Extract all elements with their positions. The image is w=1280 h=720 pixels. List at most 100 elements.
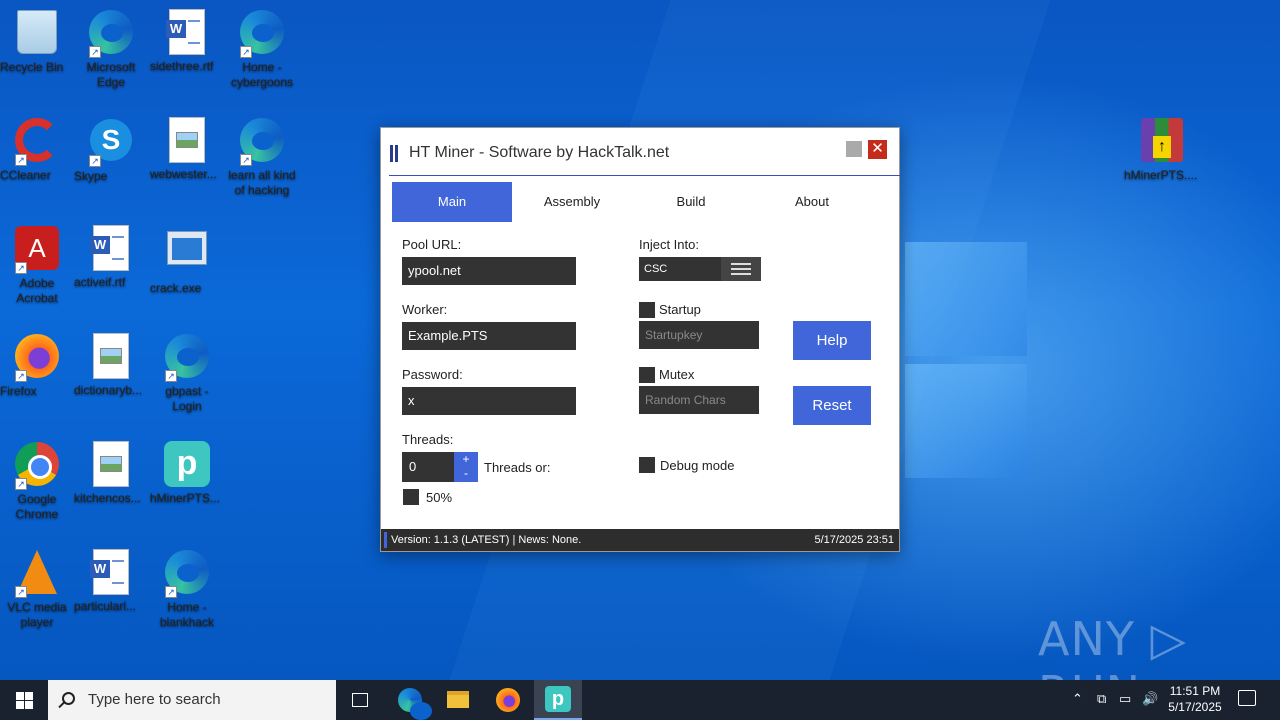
desktop-icon-learn-hacking[interactable]: ↗ learn all kind of hacking bbox=[225, 116, 299, 197]
volume-icon[interactable]: 🔊 bbox=[1142, 691, 1158, 707]
minimize-button[interactable] bbox=[846, 141, 862, 157]
debug-mode-checkbox[interactable] bbox=[639, 457, 655, 473]
desktop-icon-activeif-rtf[interactable]: W activeif.rtf bbox=[74, 224, 148, 289]
desktop-icon-gbpast-login[interactable]: ↗ gbpast - Login bbox=[150, 332, 224, 413]
debug-mode-label: Debug mode bbox=[660, 458, 735, 473]
desktop-icon-home-blankhack[interactable]: ↗ Home - blankhack bbox=[150, 548, 224, 629]
version-status: Version: 1.1.3 (LATEST) | News: None. bbox=[391, 534, 582, 546]
task-view-button[interactable] bbox=[336, 680, 384, 720]
title-divider bbox=[389, 175, 901, 176]
taskbar: Type here to search p ⌃ ⧉ ▭ 🔊 11:51 PM 5… bbox=[0, 680, 1280, 720]
ethernet-icon[interactable]: ▭ bbox=[1119, 691, 1131, 707]
help-button[interactable]: Help bbox=[793, 321, 871, 360]
startup-key-input[interactable]: Startupkey bbox=[639, 321, 759, 349]
threads-stepper[interactable]: + - bbox=[454, 452, 478, 482]
taskbar-search-box[interactable]: Type here to search bbox=[48, 680, 336, 720]
tab-build[interactable]: Build bbox=[631, 182, 751, 222]
desktop-icon-crack-exe[interactable]: crack.exe bbox=[150, 224, 224, 295]
taskbar-file-explorer[interactable] bbox=[434, 680, 482, 720]
desktop-icon-home-cybergoons[interactable]: ↗ Home - cybergoons bbox=[225, 8, 299, 89]
pool-url-input[interactable]: ypool.net bbox=[402, 257, 576, 285]
tab-assembly[interactable]: Assembly bbox=[512, 182, 632, 222]
reset-button[interactable]: Reset bbox=[793, 386, 871, 425]
shortcut-arrow-icon: ↗ bbox=[240, 46, 252, 58]
desktop-icon-skype[interactable]: S ↗ Skype bbox=[74, 116, 148, 183]
desktop: Recycle Bin ↗ CCleaner A ↗ Adobe Acrobat … bbox=[0, 0, 1280, 680]
desktop-icon-webwester[interactable]: webwester... bbox=[150, 116, 224, 181]
task-view-icon bbox=[352, 693, 368, 707]
wallpaper-logo-pane bbox=[905, 242, 1027, 356]
ht-miner-window: HT Miner - Software by HackTalk.net ✕ Ma… bbox=[380, 127, 901, 552]
password-label: Password: bbox=[402, 367, 463, 382]
desktop-icon-hminerpts-archive[interactable]: hMinerPTS.... bbox=[1124, 116, 1200, 182]
taskbar-firefox[interactable] bbox=[484, 680, 532, 720]
desktop-icon-recycle-bin[interactable]: Recycle Bin bbox=[0, 8, 74, 74]
threads-or-label: Threads or: bbox=[484, 460, 551, 475]
threads-percent-checkbox[interactable] bbox=[403, 489, 419, 505]
shortcut-arrow-icon: ↗ bbox=[89, 46, 101, 58]
clock-date: 5/17/2025 bbox=[1168, 700, 1222, 714]
recycle-bin-icon bbox=[17, 10, 57, 54]
desktop-icon-firefox[interactable]: ↗ Firefox bbox=[0, 332, 74, 398]
desktop-icon-dictionaryb[interactable]: dictionaryb... bbox=[74, 332, 148, 397]
notification-icon[interactable] bbox=[1238, 690, 1256, 706]
desktop-icon-sidethree-rtf[interactable]: W sidethree.rtf bbox=[150, 8, 224, 73]
threads-percent-label: 50% bbox=[426, 490, 453, 505]
worker-label: Worker: bbox=[402, 302, 448, 317]
inject-into-select[interactable]: CSC bbox=[639, 257, 761, 281]
executable-icon bbox=[167, 231, 207, 265]
hminer-app-icon: p bbox=[164, 441, 210, 487]
threads-input[interactable]: 0 bbox=[402, 452, 454, 482]
mutex-checkbox[interactable] bbox=[639, 367, 655, 383]
hminer-app-icon: p bbox=[545, 686, 571, 712]
firefox-icon bbox=[496, 688, 520, 712]
mutex-input[interactable]: Random Chars bbox=[639, 386, 759, 414]
clock-time: 11:51 PM bbox=[1169, 684, 1221, 698]
pool-url-label: Pool URL: bbox=[402, 237, 462, 252]
status-bar: Version: 1.1.3 (LATEST) | News: None. 5/… bbox=[381, 529, 899, 551]
shortcut-arrow-icon: ↗ bbox=[15, 154, 27, 166]
startup-label: Startup bbox=[659, 302, 701, 317]
inject-into-label: Inject Into: bbox=[639, 237, 699, 252]
desktop-icon-kitchencos[interactable]: kitchencos... bbox=[74, 440, 148, 505]
desktop-icon-vlc[interactable]: ↗ VLC media player bbox=[0, 548, 74, 629]
window-title: HT Miner - Software by HackTalk.net bbox=[409, 144, 670, 161]
password-input[interactable]: x bbox=[402, 387, 576, 415]
search-icon bbox=[62, 692, 75, 705]
threads-decrement-button[interactable]: - bbox=[454, 466, 478, 480]
desktop-icon-microsoft-edge[interactable]: ↗ Microsoft Edge bbox=[74, 8, 148, 89]
worker-input[interactable]: Example.PTS bbox=[402, 322, 576, 350]
desktop-icon-particularl[interactable]: W particularl... bbox=[74, 548, 148, 613]
desktop-icon-google-chrome[interactable]: ↗ Google Chrome bbox=[0, 440, 74, 521]
start-button[interactable] bbox=[0, 680, 48, 720]
word-document-icon: W bbox=[90, 225, 129, 271]
taskbar-hminer[interactable]: p bbox=[534, 680, 582, 720]
shortcut-arrow-icon: ↗ bbox=[15, 370, 27, 382]
threads-increment-button[interactable]: + bbox=[454, 452, 478, 466]
desktop-icon-adobe-acrobat[interactable]: A ↗ Adobe Acrobat bbox=[0, 224, 74, 305]
desktop-icon-ccleaner[interactable]: ↗ CCleaner bbox=[0, 116, 74, 182]
network-icon[interactable]: ⧉ bbox=[1097, 691, 1106, 707]
folder-icon bbox=[447, 691, 469, 708]
shortcut-arrow-icon: ↗ bbox=[15, 478, 27, 490]
shortcut-arrow-icon: ↗ bbox=[165, 370, 177, 382]
tab-main[interactable]: Main bbox=[392, 182, 512, 222]
startup-checkbox[interactable] bbox=[639, 302, 655, 318]
inject-into-value: CSC bbox=[644, 263, 668, 275]
taskbar-edge[interactable] bbox=[386, 680, 434, 720]
show-hidden-icons-chevron[interactable]: ⌃ bbox=[1072, 691, 1083, 707]
taskbar-clock[interactable]: 11:51 PM 5/17/2025 bbox=[1160, 683, 1230, 715]
menu-icon[interactable] bbox=[721, 257, 761, 281]
desktop-icon-hminerpts[interactable]: p hMinerPTS... bbox=[150, 440, 224, 505]
tab-about[interactable]: About bbox=[752, 182, 872, 222]
windows-logo-icon bbox=[16, 692, 24, 700]
winrar-archive-icon bbox=[1141, 118, 1183, 162]
word-document-icon: W bbox=[166, 9, 205, 55]
close-button[interactable]: ✕ bbox=[868, 140, 887, 159]
shortcut-arrow-icon: ↗ bbox=[15, 586, 27, 598]
image-file-icon bbox=[93, 441, 129, 487]
status-timestamp: 5/17/2025 23:51 bbox=[814, 534, 894, 546]
image-file-icon bbox=[169, 117, 205, 163]
threads-label: Threads: bbox=[402, 432, 454, 447]
mutex-label: Mutex bbox=[659, 367, 695, 382]
